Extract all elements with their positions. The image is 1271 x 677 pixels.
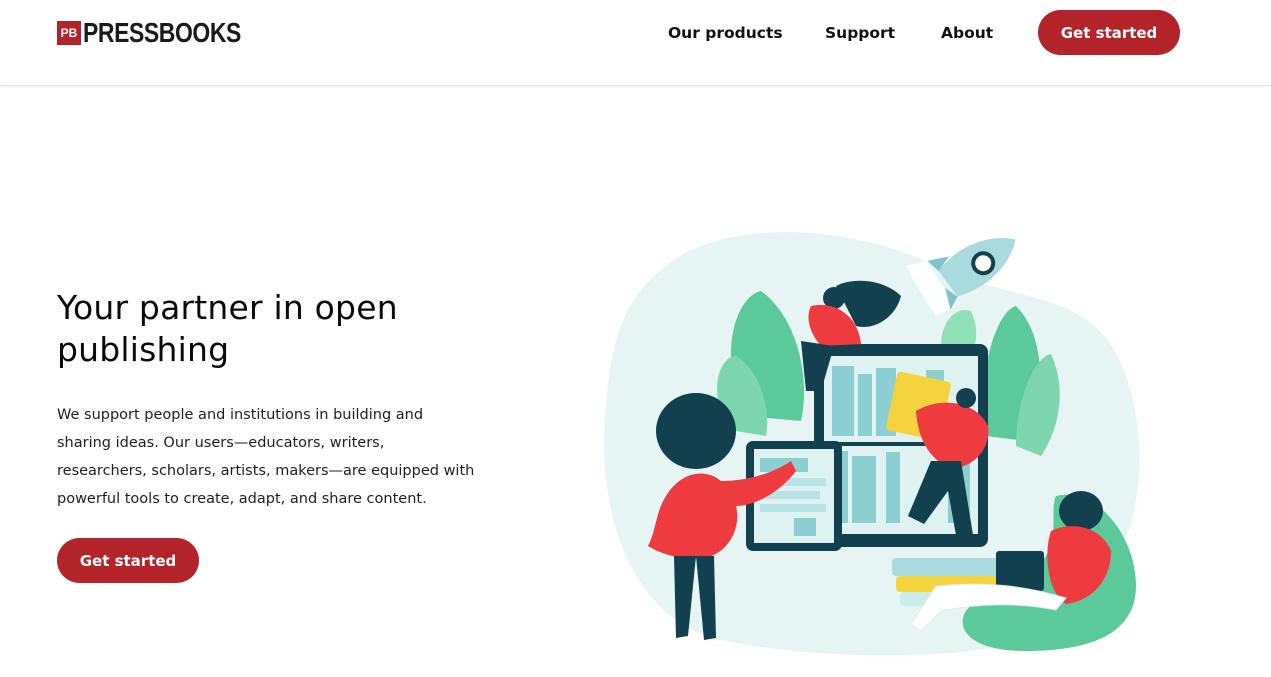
hero-title: Your partner in open publishing: [57, 288, 398, 369]
logo-text: PRESSBOOKS: [83, 17, 241, 48]
site-header: PB PRESSBOOKS Our products Support About…: [0, 0, 1271, 86]
logo-badge: PB: [57, 20, 81, 45]
pressbooks-logo[interactable]: PB PRESSBOOKS: [57, 17, 276, 48]
hero-get-started-button[interactable]: Get started: [57, 538, 199, 583]
nav-support[interactable]: Support: [825, 24, 895, 42]
nav-about[interactable]: About: [941, 24, 993, 42]
nav-our-products[interactable]: Our products: [668, 24, 783, 42]
hero-description: We support people and institutions in bu…: [57, 407, 475, 507]
header-get-started-button[interactable]: Get started: [1038, 10, 1180, 55]
publishing-illustration: [604, 232, 1140, 656]
